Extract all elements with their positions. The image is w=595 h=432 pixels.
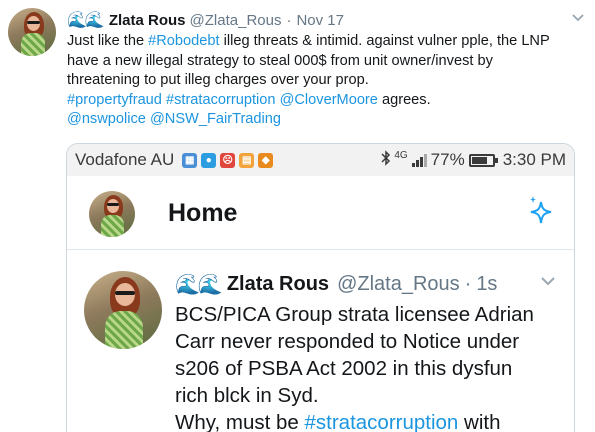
home-title: Home xyxy=(168,199,238,227)
mention-link[interactable]: @NSW_FairTrading xyxy=(150,111,281,127)
text-line: Carr never responded to Notice under xyxy=(175,328,574,355)
notification-icon: ▤ xyxy=(239,152,255,168)
mention-link[interactable]: @nswpolice xyxy=(67,111,146,127)
text-line: #propertyfraud #stratacorruption @Clover… xyxy=(67,91,587,111)
inner-author-name[interactable]: Zlata Rous xyxy=(227,273,329,296)
notification-icon: ☹ xyxy=(220,152,236,168)
text-segment: Carr never responded to Notice under xyxy=(175,330,520,353)
tweet-image[interactable]: Vodafone AU ▦ ● ☹ ▤ ◆ 4G 77% 3:30 PM Hom… xyxy=(66,143,575,432)
notification-icon: ● xyxy=(201,152,217,168)
bluetooth-icon xyxy=(381,149,391,171)
text-segment: have a new illegal strategy to steal 000… xyxy=(67,52,493,69)
author-handle[interactable]: @Zlata_Rous xyxy=(190,12,282,29)
battery-icon xyxy=(468,153,498,167)
sparkle-icon[interactable] xyxy=(526,194,556,231)
tweet-text: Just like the #Robodebt illeg threats & … xyxy=(67,32,587,130)
signal-icon xyxy=(411,153,427,167)
tweet-header: 🌊🌊 Zlata Rous @Zlata_Rous · Nov 17 xyxy=(67,11,585,29)
text-line: BCS/PICA Group strata licensee Adrian xyxy=(175,301,574,328)
mention-link[interactable]: @CloverMoore xyxy=(280,92,378,108)
text-segment: threatening to put illeg charges over yo… xyxy=(67,72,369,89)
text-segment: rich blck in Syd. xyxy=(175,384,319,407)
carrier-label: Vodafone AU xyxy=(75,150,175,169)
inner-author-avatar[interactable] xyxy=(84,271,162,349)
inner-tweet-text: BCS/PICA Group strata licensee Adrian Car… xyxy=(175,301,574,432)
inner-tweet[interactable]: 🌊🌊 Zlata Rous @Zlata_Rous · 1s BCS/PICA … xyxy=(67,251,574,432)
home-header: Home xyxy=(67,176,574,250)
author-name[interactable]: Zlata Rous xyxy=(109,12,186,29)
text-segment: with xyxy=(458,411,501,432)
text-segment: agrees. xyxy=(377,91,431,108)
text-line: Why, must be #stratacorruption with xyxy=(175,409,574,432)
notification-icon: ▦ xyxy=(182,152,198,168)
inner-tweet-header: 🌊🌊 Zlata Rous @Zlata_Rous · 1s xyxy=(175,271,564,297)
text-line: s206 of PSBA Act 2002 in this dysfun xyxy=(175,355,574,382)
phone-status-bar: Vodafone AU ▦ ● ☹ ▤ ◆ 4G 77% 3:30 PM xyxy=(67,144,574,176)
hashtag-link[interactable]: #stratacorruption xyxy=(305,411,459,432)
hashtag-link[interactable]: #Robodebt xyxy=(148,33,219,49)
battery-percent: 77% xyxy=(430,150,465,169)
text-line: @nswpolice @NSW_FairTrading xyxy=(67,110,587,130)
text-line: rich blck in Syd. xyxy=(175,382,574,409)
hashtag-link[interactable]: #propertyfraud xyxy=(67,92,162,108)
wave-emoji-icon: 🌊🌊 xyxy=(67,12,105,29)
text-segment: illeg threats & intimid. against vulner … xyxy=(219,33,550,49)
hashtag-link[interactable]: #stratacorruption xyxy=(166,92,276,108)
chevron-down-icon[interactable] xyxy=(571,11,585,26)
header-separator: · xyxy=(286,11,292,29)
status-indicators: 4G 77% 3:30 PM xyxy=(377,150,566,171)
text-line: Just like the #Robodebt illeg threats & … xyxy=(67,32,587,52)
network-type: 4G xyxy=(394,149,408,161)
inner-header-separator: · xyxy=(464,272,472,295)
text-segment: Just like the xyxy=(67,33,149,49)
chevron-down-icon[interactable] xyxy=(540,273,556,291)
notification-icon: ◆ xyxy=(258,152,274,168)
wave-emoji-icon: 🌊🌊 xyxy=(175,273,223,296)
text-segment: BCS/PICA Group strata licensee Adrian xyxy=(175,303,534,326)
profile-avatar[interactable] xyxy=(89,191,135,237)
text-segment: Why, must be xyxy=(175,411,305,432)
inner-author-handle[interactable]: @Zlata_Rous xyxy=(337,273,460,296)
text-line: have a new illegal strategy to steal 000… xyxy=(67,52,587,72)
text-segment: s206 of PSBA Act 2002 in this dysfun xyxy=(175,357,513,380)
author-avatar[interactable] xyxy=(8,8,56,56)
text-line: threatening to put illeg charges over yo… xyxy=(67,71,587,91)
status-time: 3:30 PM xyxy=(502,150,566,169)
inner-tweet-time: 1s xyxy=(476,272,498,295)
tweet-date[interactable]: Nov 17 xyxy=(296,12,344,29)
